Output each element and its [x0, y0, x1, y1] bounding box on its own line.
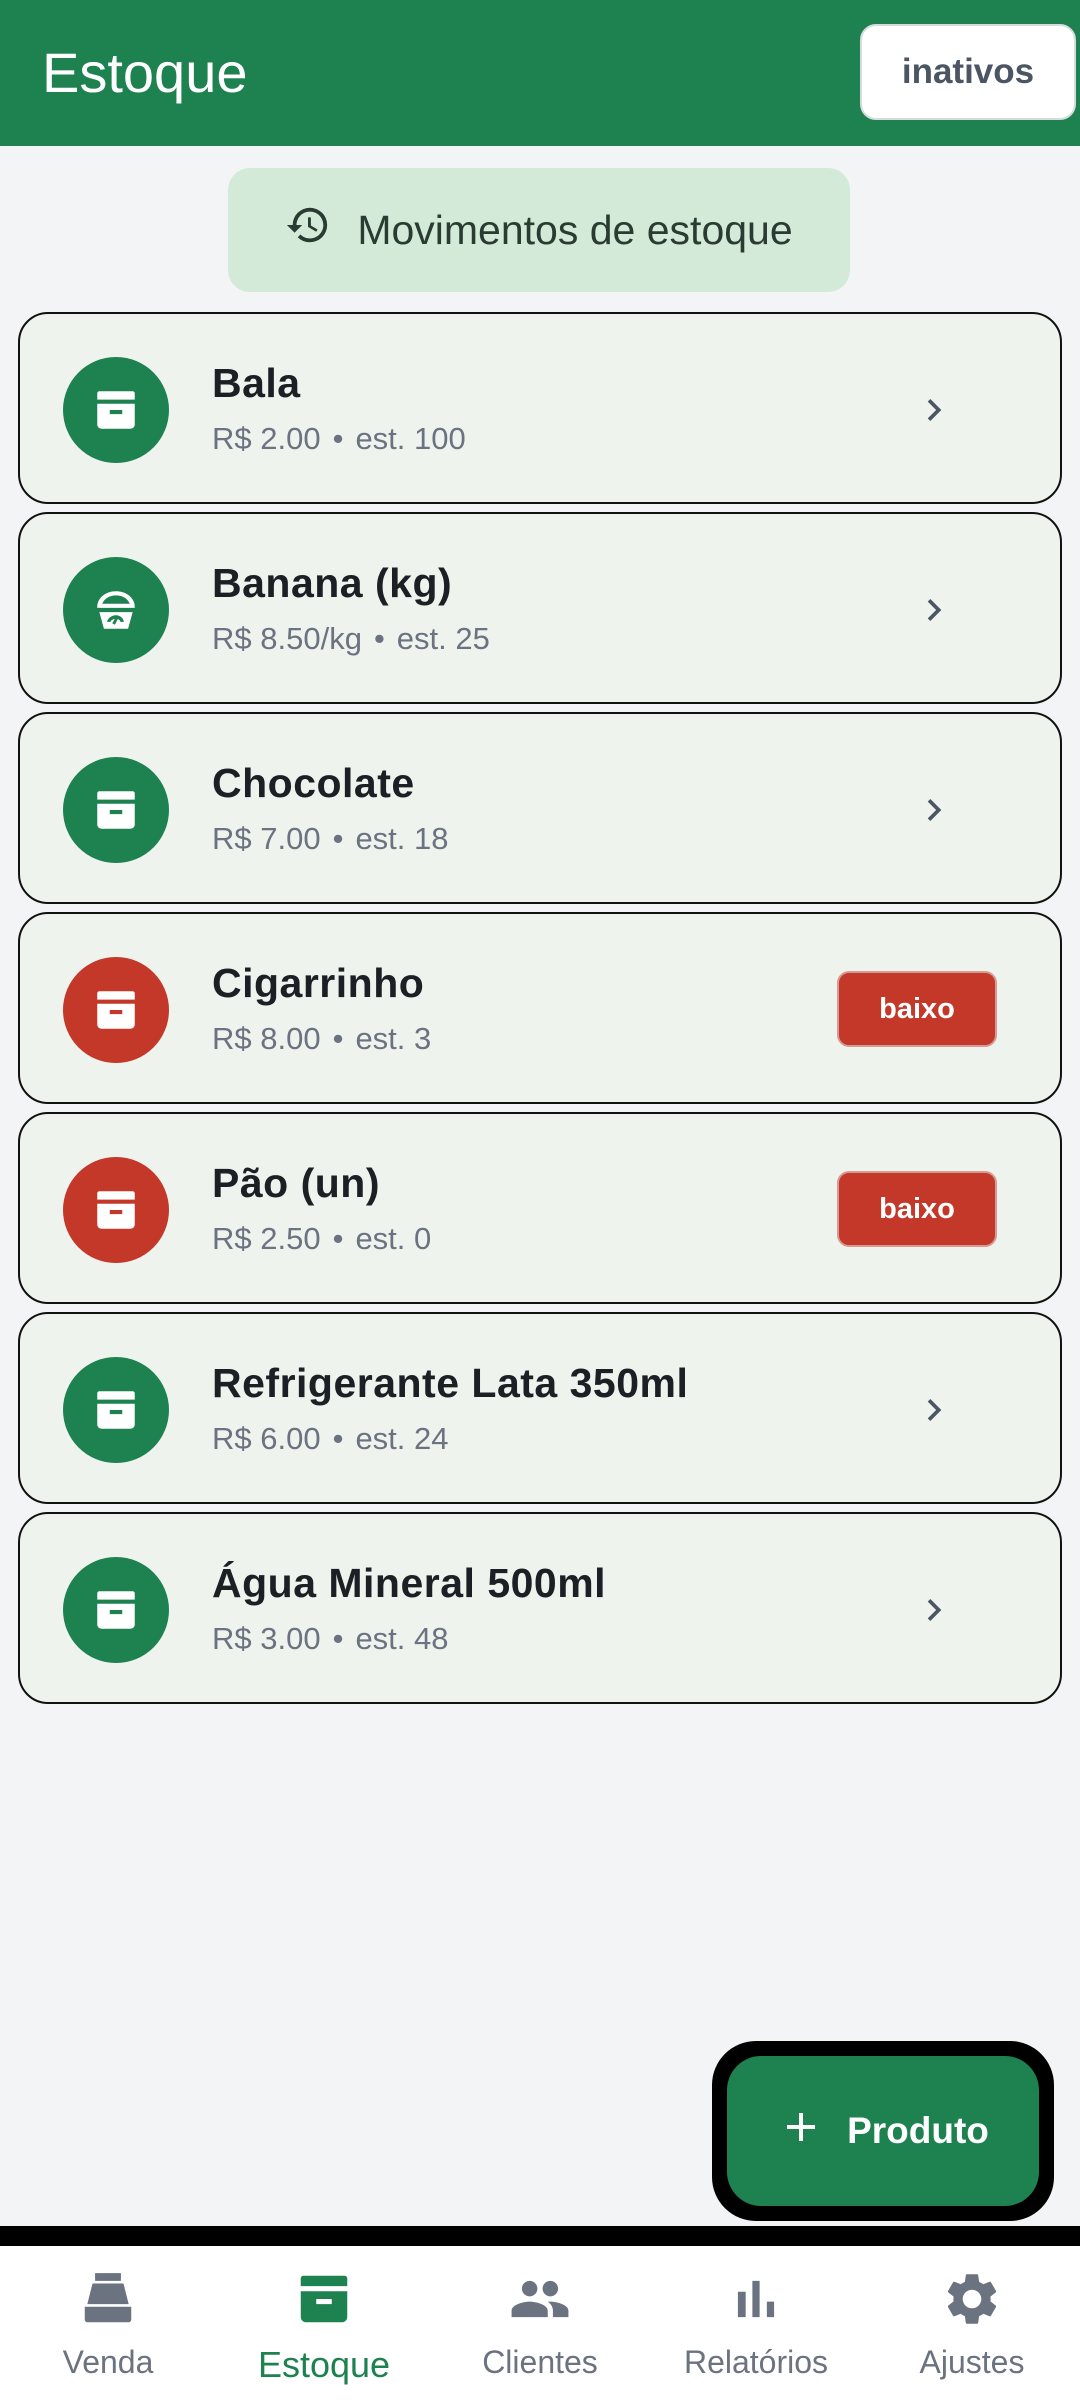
nav-item-clientes[interactable]: Clientes	[432, 2246, 648, 2400]
add-product-button[interactable]: Produto	[727, 2056, 1039, 2206]
bottom-navigation: Venda Estoque Clientes Relatórios Ajustes	[0, 2246, 1080, 2400]
product-avatar	[63, 1557, 169, 1663]
product-meta: R$ 3.00 • est. 48	[212, 1621, 449, 1657]
product-price: R$ 6.00	[212, 1421, 321, 1456]
chevron-right-icon	[912, 588, 956, 632]
product-stock: est. 3	[355, 1021, 432, 1056]
nav-item-label: Ajustes	[919, 2344, 1025, 2380]
stock-movements-button[interactable]: Movimentos de estoque	[228, 168, 850, 292]
product-card[interactable]: Água Mineral 500ml R$ 3.00 • est. 48	[18, 1512, 1062, 1704]
nav-item-label: Clientes	[482, 2344, 598, 2380]
product-name: Pão (un)	[212, 1160, 380, 1206]
gear-icon	[941, 2268, 1003, 2330]
product-name: Banana (kg)	[212, 560, 453, 606]
archive-icon	[91, 785, 141, 835]
product-card[interactable]: Refrigerante Lata 350ml R$ 6.00 • est. 24	[18, 1312, 1062, 1504]
plus-icon	[777, 2103, 825, 2160]
low-stock-badge: baixo	[837, 1171, 997, 1247]
product-price: R$ 8.50/kg	[212, 621, 362, 656]
product-price: R$ 2.50	[212, 1221, 321, 1256]
archive-icon	[91, 1185, 141, 1235]
product-stock: est. 100	[355, 421, 466, 456]
page-title: Estoque	[42, 41, 248, 104]
meta-separator: •	[332, 421, 344, 456]
product-name: Chocolate	[212, 760, 415, 806]
nav-item-label: Relatórios	[683, 2344, 829, 2380]
product-card[interactable]: Pão (un) R$ 2.50 • est. 0 baixo	[18, 1112, 1062, 1304]
meta-separator: •	[332, 1021, 344, 1056]
low-stock-badge: baixo	[837, 971, 997, 1047]
stock-movements-label: Movimentos de estoque	[357, 206, 793, 253]
nav-divider	[0, 2226, 1080, 2246]
product-avatar	[63, 1157, 169, 1263]
product-price: R$ 2.00	[212, 421, 321, 456]
chevron-right-icon	[912, 1388, 956, 1432]
product-stock: est. 0	[355, 1221, 432, 1256]
product-card[interactable]: Chocolate R$ 7.00 • est. 18	[18, 712, 1062, 904]
archive-icon	[91, 1585, 141, 1635]
history-icon	[285, 202, 331, 258]
cash-register-icon	[77, 2268, 139, 2330]
product-name: Refrigerante Lata 350ml	[212, 1360, 689, 1406]
product-name: Bala	[212, 360, 301, 406]
product-meta: R$ 8.50/kg • est. 25	[212, 621, 490, 657]
product-meta: R$ 8.00 • est. 3	[212, 1021, 431, 1057]
nav-item-estoque[interactable]: Estoque	[216, 2246, 432, 2400]
meta-separator: •	[373, 621, 385, 656]
product-stock: est. 48	[355, 1621, 449, 1656]
product-meta: R$ 6.00 • est. 24	[212, 1421, 449, 1457]
product-price: R$ 7.00	[212, 821, 321, 856]
product-card[interactable]: Bala R$ 2.00 • est. 100	[18, 312, 1062, 504]
meta-separator: •	[332, 821, 344, 856]
chevron-right-icon	[912, 1588, 956, 1632]
product-meta: R$ 2.50 • est. 0	[212, 1221, 431, 1257]
product-card[interactable]: Cigarrinho R$ 8.00 • est. 3 baixo	[18, 912, 1062, 1104]
product-name: Cigarrinho	[212, 960, 425, 1006]
people-icon	[509, 2268, 571, 2330]
archive-icon	[91, 385, 141, 435]
bar-chart-icon	[725, 2268, 787, 2330]
product-price: R$ 8.00	[212, 1021, 321, 1056]
product-meta: R$ 2.00 • est. 100	[212, 421, 466, 457]
chevron-right-icon	[912, 388, 956, 432]
product-card[interactable]: Banana (kg) R$ 8.50/kg • est. 25	[18, 512, 1062, 704]
chevron-right-icon	[912, 788, 956, 832]
product-avatar	[63, 357, 169, 463]
nav-item-venda[interactable]: Venda	[0, 2246, 216, 2400]
product-name: Água Mineral 500ml	[212, 1560, 607, 1606]
product-stock: est. 25	[396, 621, 490, 656]
nav-item-label: Venda	[62, 2344, 154, 2380]
add-product-label: Produto	[847, 2110, 989, 2151]
product-avatar	[63, 757, 169, 863]
archive-icon	[91, 1385, 141, 1435]
inactive-products-button[interactable]: inativos	[860, 24, 1076, 120]
product-stock: est. 18	[355, 821, 449, 856]
nav-item-ajustes[interactable]: Ajustes	[864, 2246, 1080, 2400]
product-avatar	[63, 957, 169, 1063]
meta-separator: •	[332, 1421, 344, 1456]
scale-icon	[91, 585, 141, 635]
nav-item-relatórios[interactable]: Relatórios	[648, 2246, 864, 2400]
archive-icon	[91, 985, 141, 1035]
product-avatar	[63, 1357, 169, 1463]
nav-item-label: Estoque	[257, 2344, 391, 2385]
archive-icon	[293, 2268, 355, 2330]
product-avatar	[63, 557, 169, 663]
meta-separator: •	[332, 1221, 344, 1256]
meta-separator: •	[332, 1621, 344, 1656]
product-meta: R$ 7.00 • est. 18	[212, 821, 449, 857]
product-price: R$ 3.00	[212, 1621, 321, 1656]
product-stock: est. 24	[355, 1421, 449, 1456]
app-bar: Estoque inativos	[0, 0, 1080, 146]
